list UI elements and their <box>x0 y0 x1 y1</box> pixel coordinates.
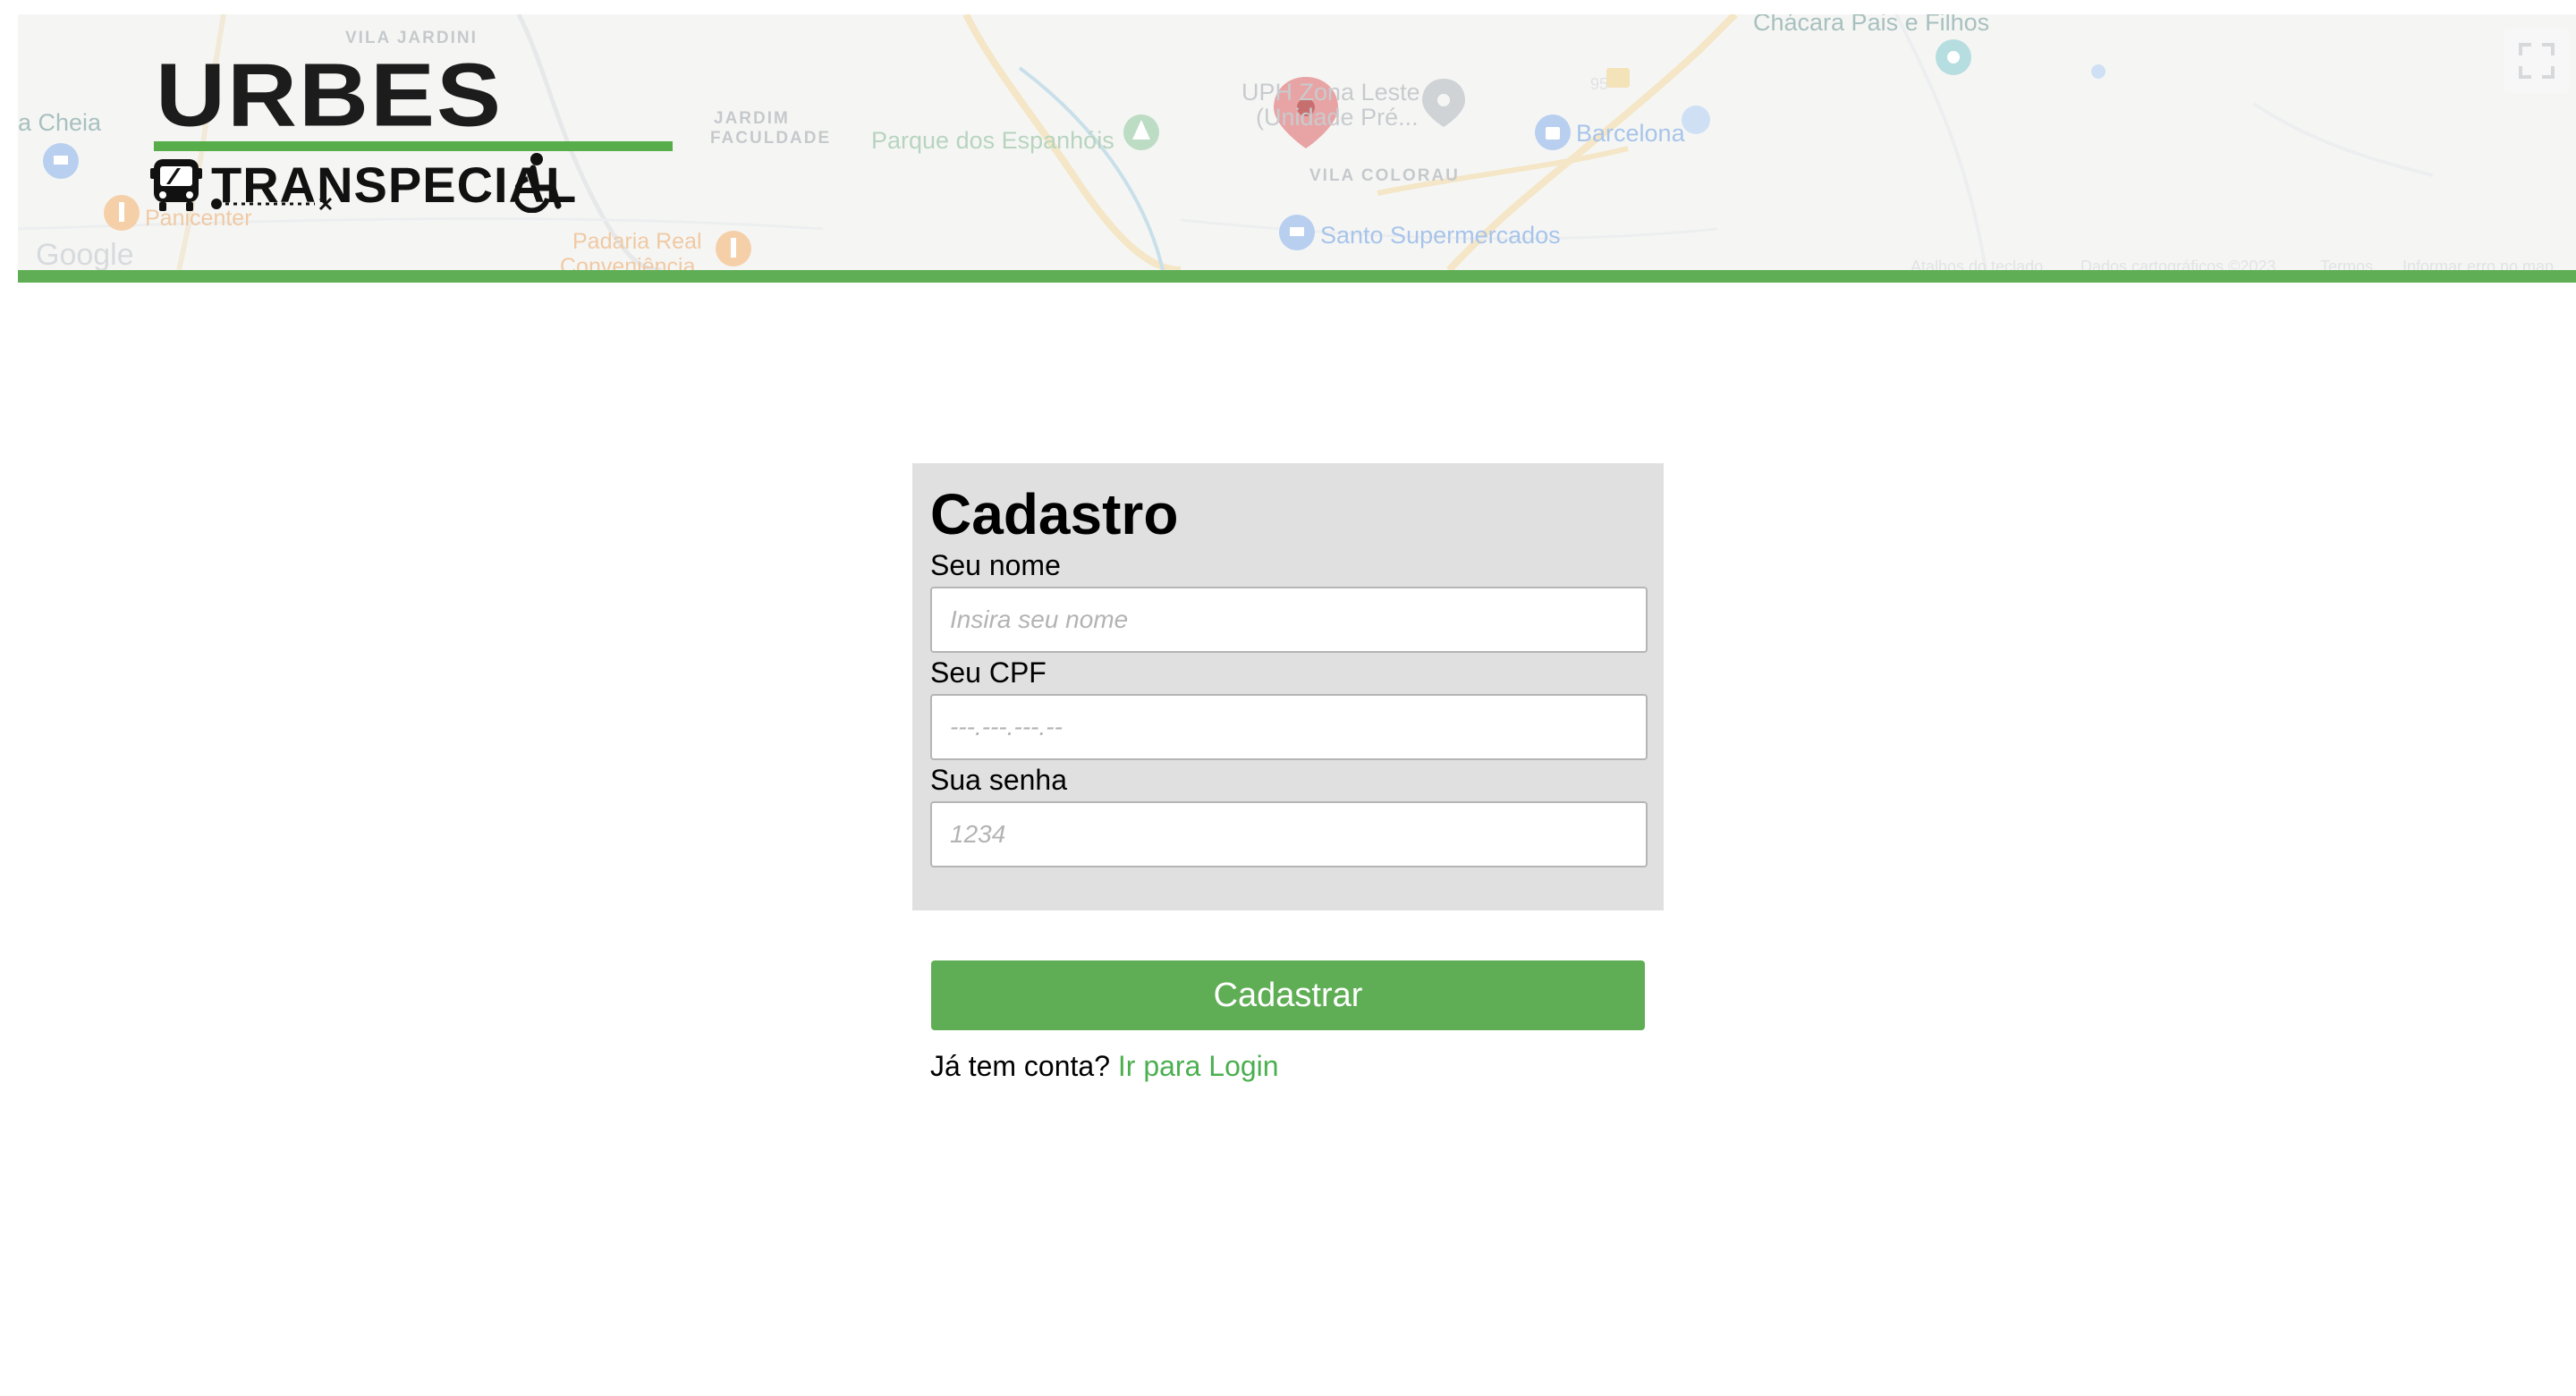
map-label-santo: Santo Supermercados <box>1320 222 1561 249</box>
fullscreen-icon <box>2519 43 2555 79</box>
urbes-logo: URBES TRANSPECIAL <box>148 50 685 220</box>
cart-pin-santo-icon[interactable] <box>1279 215 1315 250</box>
chacara-pin-icon[interactable] <box>1936 39 1971 75</box>
map-footer-terms[interactable]: Termos <box>2320 258 2373 270</box>
map-footer-report[interactable]: Informar erro no map <box>2402 258 2554 270</box>
restaurant-pin-icon[interactable] <box>104 195 140 231</box>
bus-icon <box>150 159 202 211</box>
register-button[interactable]: Cadastrar <box>931 960 1645 1030</box>
name-input[interactable] <box>930 587 1648 653</box>
form-title: Cadastro <box>930 482 1179 546</box>
cpf-label: Seu CPF <box>930 656 1046 689</box>
map-label-chacara: Chácara Pais e Filhos <box>1753 14 1990 36</box>
register-form: Cadastro Seu nome Seu CPF Sua senha <box>912 463 1664 910</box>
map-label-jardim: JARDIM <box>714 109 790 128</box>
google-logo: Google <box>36 238 134 270</box>
cart-pin-left-icon[interactable] <box>43 143 79 179</box>
map-label-uph-1: UPH Zona Leste <box>1241 79 1420 106</box>
fullscreen-button[interactable] <box>2504 29 2569 93</box>
park-pin-icon[interactable] <box>1123 114 1159 150</box>
map-label-vila-colorau: VILA COLORAU <box>1309 166 1460 185</box>
map-road-number: 95 <box>1590 75 1609 93</box>
map-label-uph-2: (Unidade Pré... <box>1256 104 1419 131</box>
map-label-conveniencia: Conveniência <box>560 254 696 270</box>
map-footer-data: Dados cartográficos ©2023 <box>2080 258 2276 270</box>
password-label: Sua senha <box>930 764 1068 796</box>
shopping-pin-icon[interactable] <box>1535 114 1571 150</box>
password-input[interactable] <box>930 801 1648 867</box>
logo-underline <box>154 141 673 151</box>
map-label-faculdade: FACULDADE <box>710 129 832 148</box>
map-label-barcelona: Barcelona <box>1576 120 1685 147</box>
header-divider <box>18 270 2576 283</box>
map-label-padaria: Padaria Real <box>572 229 702 254</box>
login-link[interactable]: Ir para Login <box>1118 1050 1279 1082</box>
name-label: Seu nome <box>930 549 1061 581</box>
logo-title: URBES <box>156 44 504 146</box>
map-footer-shortcuts[interactable]: Atalhos do teclado <box>1911 258 2043 270</box>
login-prompt: Já tem conta? <box>930 1050 1110 1082</box>
cpf-input[interactable] <box>930 694 1648 760</box>
wheelchair-icon <box>515 153 562 213</box>
login-prompt-row: Já tem conta? Ir para Login <box>930 1048 1279 1084</box>
map-label-parque: Parque dos Espanhóis <box>871 127 1114 154</box>
restaurant-pin-padaria-icon[interactable] <box>716 231 751 267</box>
map-pin-gray-icon[interactable] <box>1422 79 1465 127</box>
map-header[interactable]: Chácara Pais e Filhos VILA JARDINI a Che… <box>18 14 2576 270</box>
map-label-a-cheia: a Cheia <box>18 109 102 136</box>
